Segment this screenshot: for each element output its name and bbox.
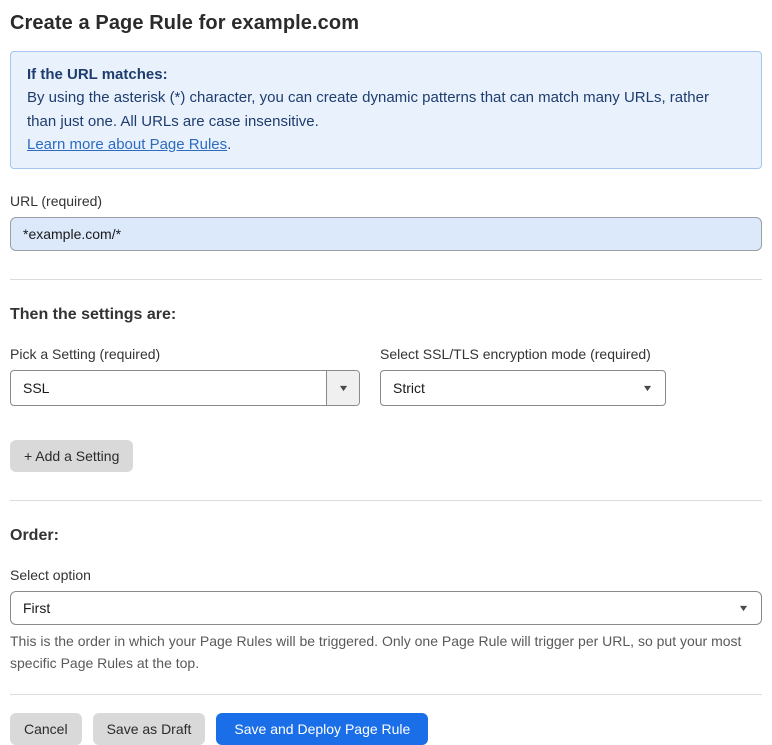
pick-setting-arrow-box: ▼ xyxy=(326,371,359,405)
order-select[interactable]: First ▼ xyxy=(10,591,762,625)
info-box-heading: If the URL matches: xyxy=(27,66,168,83)
divider-after-url xyxy=(10,279,762,280)
order-select-arrow-wrap: ▼ xyxy=(737,602,761,613)
order-select-value: First xyxy=(23,600,51,616)
ssl-mode-column: Select SSL/TLS encryption mode (required… xyxy=(380,346,666,406)
link-suffix: . xyxy=(227,135,232,153)
dropdown-arrow-icon: ▼ xyxy=(737,602,750,613)
pick-setting-value: SSL xyxy=(23,380,50,396)
order-help-text: This is the order in which your Page Rul… xyxy=(10,633,742,671)
order-section-heading: Order: xyxy=(10,527,59,544)
info-box-link-line: Learn more about Page Rules. xyxy=(27,133,745,156)
pick-setting-column: Pick a Setting (required) SSL ▼ xyxy=(10,346,360,406)
ssl-mode-arrow-wrap: ▼ xyxy=(641,382,665,393)
info-box-body: By using the asterisk (*) character, you… xyxy=(27,89,709,130)
divider-after-settings xyxy=(10,500,762,501)
ssl-mode-value: Strict xyxy=(393,380,425,396)
settings-section-heading: Then the settings are: xyxy=(10,306,177,323)
dropdown-arrow-icon: ▼ xyxy=(336,382,350,393)
footer-actions: Cancel Save as Draft Save and Deploy Pag… xyxy=(10,713,762,745)
pick-setting-select[interactable]: SSL ▼ xyxy=(10,370,360,406)
add-setting-button[interactable]: + Add a Setting xyxy=(10,440,134,472)
order-select-label: Select option xyxy=(10,567,91,583)
save-and-deploy-button[interactable]: Save and Deploy Page Rule xyxy=(216,713,429,745)
page-title: Create a Page Rule for example.com xyxy=(10,12,360,34)
ssl-mode-label: Select SSL/TLS encryption mode (required… xyxy=(380,346,651,362)
pick-setting-label: Pick a Setting (required) xyxy=(10,346,161,362)
url-field-label: URL (required) xyxy=(10,193,103,209)
learn-more-link[interactable]: Learn more about Page Rules xyxy=(27,136,227,153)
cancel-button[interactable]: Cancel xyxy=(10,713,82,745)
save-as-draft-button[interactable]: Save as Draft xyxy=(92,713,206,745)
divider-before-footer xyxy=(10,694,762,696)
page-rule-form: Create a Page Rule for example.com If th… xyxy=(0,0,772,745)
url-input[interactable] xyxy=(10,217,762,251)
ssl-mode-select[interactable]: Strict ▼ xyxy=(380,370,666,406)
dropdown-arrow-icon: ▼ xyxy=(641,382,654,393)
settings-row: Pick a Setting (required) SSL ▼ Select S… xyxy=(10,346,762,406)
url-match-info-box: If the URL matches: By using the asteris… xyxy=(10,51,762,169)
